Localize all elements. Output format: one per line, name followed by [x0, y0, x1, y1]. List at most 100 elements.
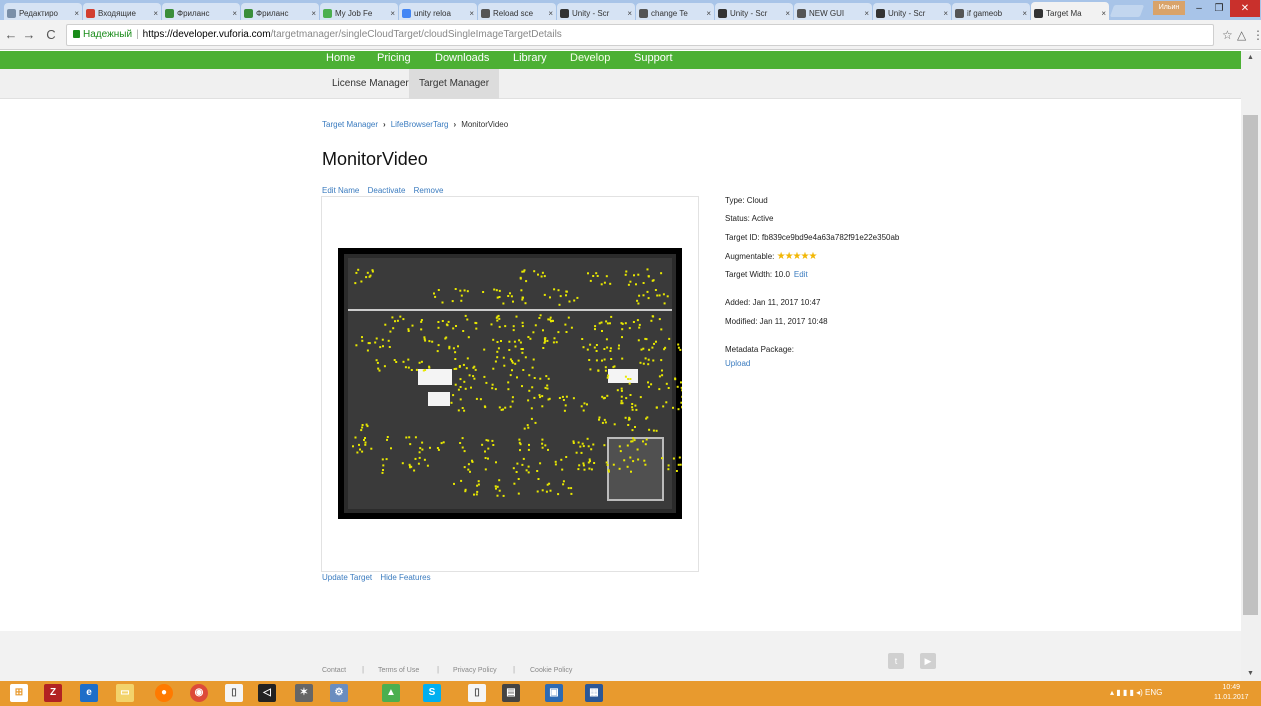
feature-point — [577, 468, 580, 471]
extension-icon[interactable]: △ — [1237, 28, 1246, 42]
browser-tab[interactable]: Target Ma × — [1031, 2, 1109, 20]
tab-close-icon[interactable]: × — [1101, 9, 1106, 18]
footer-contact[interactable]: Contact — [322, 667, 346, 674]
system-clock[interactable]: 10:49 11.01.2017 — [1214, 683, 1249, 703]
browser-tab[interactable]: Unity - Scr × — [715, 3, 793, 20]
nav-library[interactable]: Library — [513, 52, 547, 64]
unity-tool-icon[interactable]: ✶ — [295, 684, 313, 702]
browser-tab[interactable]: Reload sce × — [478, 3, 556, 20]
footer-cookie[interactable]: Cookie Policy — [530, 667, 572, 674]
edit-width-link[interactable]: Edit — [794, 270, 808, 279]
nav-home[interactable]: Home — [326, 52, 355, 64]
feature-point — [454, 288, 457, 290]
page-title: MonitorVideo — [322, 149, 428, 169]
tab-license-manager[interactable]: License Manager — [322, 69, 419, 99]
tray-icons[interactable]: ▮ ▮ ▮ ◂) — [1116, 688, 1143, 697]
edit-name-link[interactable]: Edit Name — [322, 186, 359, 195]
tab-close-icon[interactable]: × — [627, 9, 632, 18]
tab-close-icon[interactable]: × — [548, 9, 553, 18]
tab-close-icon[interactable]: × — [469, 9, 474, 18]
feature-point — [539, 396, 541, 399]
tray-arrow-icon[interactable]: ▴ — [1110, 688, 1114, 697]
forward-icon[interactable]: → — [22, 27, 36, 42]
browser-tab[interactable]: change Te × — [636, 3, 714, 20]
page-scrollbar[interactable]: ▲ ▼ — [1241, 51, 1261, 681]
feature-point — [634, 404, 637, 407]
browser-tab[interactable]: NEW GUI × — [794, 3, 872, 20]
minimize-icon[interactable]: – — [1188, 0, 1210, 17]
firefox-icon[interactable]: ● — [155, 684, 173, 702]
feature-point — [589, 368, 592, 371]
browser-tab[interactable]: Входящие × — [83, 3, 161, 20]
footer-terms[interactable]: Terms of Use — [378, 667, 419, 674]
scroll-down-icon[interactable]: ▼ — [1247, 670, 1254, 677]
new-tab-button[interactable] — [1109, 5, 1145, 17]
menu-icon[interactable]: ⋮ — [1252, 28, 1261, 42]
browser-tab[interactable]: Unity - Scr × — [557, 3, 635, 20]
window-app-icon[interactable]: ▤ — [502, 684, 520, 702]
notepad-icon[interactable]: ▯ — [225, 684, 243, 702]
document-icon[interactable]: ▯ — [468, 684, 486, 702]
tab-close-icon[interactable]: × — [864, 9, 869, 18]
browser-tab[interactable]: unity reloa × — [399, 3, 477, 20]
twitter-icon[interactable]: t — [888, 653, 904, 669]
profile-badge[interactable]: Ильин — [1153, 1, 1185, 15]
nav-support[interactable]: Support — [634, 52, 673, 64]
tab-close-icon[interactable]: × — [785, 9, 790, 18]
browser-tab[interactable]: My Job Fe × — [320, 3, 398, 20]
maximize-icon[interactable]: ❐ — [1208, 0, 1230, 17]
unity-icon[interactable]: ◁ — [258, 684, 276, 702]
nav-develop[interactable]: Develop — [570, 52, 610, 64]
back-icon[interactable]: ← — [4, 27, 18, 42]
feature-point — [624, 375, 627, 378]
feature-point — [496, 494, 499, 497]
tab-target-manager[interactable]: Target Manager — [409, 69, 500, 99]
chrome-icon[interactable]: ◉ — [190, 684, 208, 702]
tab-close-icon[interactable]: × — [74, 9, 79, 18]
remote-desktop-icon[interactable]: ▣ — [545, 684, 563, 702]
tab-close-icon[interactable]: × — [1022, 9, 1027, 18]
tab-label: Reload sce — [493, 9, 534, 18]
tab-close-icon[interactable]: × — [232, 9, 237, 18]
filezilla-icon[interactable]: Z — [44, 684, 62, 702]
feature-point — [593, 346, 596, 349]
reload-icon[interactable]: C — [44, 27, 58, 42]
feature-point — [578, 464, 581, 467]
control-panel-icon[interactable]: ⚙ — [330, 684, 348, 702]
tab-close-icon[interactable]: × — [153, 9, 158, 18]
breadcrumb-database[interactable]: LifeBrowserTarg — [391, 120, 449, 129]
url-field[interactable]: Надежный | https://developer.vuforia.com/t… — [66, 24, 1214, 46]
scroll-up-icon[interactable]: ▲ — [1247, 54, 1254, 61]
tab-close-icon[interactable]: × — [390, 9, 395, 18]
remove-link[interactable]: Remove — [414, 186, 444, 195]
nav-downloads[interactable]: Downloads — [435, 52, 489, 64]
upload-metadata-link[interactable]: Upload — [725, 359, 750, 368]
skype-icon[interactable]: S — [423, 684, 441, 702]
nav-pricing[interactable]: Pricing — [377, 52, 411, 64]
language-indicator[interactable]: ENG — [1145, 688, 1162, 697]
file-explorer-icon[interactable]: ▭ — [116, 684, 134, 702]
youtube-icon[interactable]: ▶ — [920, 653, 936, 669]
tab-close-icon[interactable]: × — [706, 9, 711, 18]
update-target-link[interactable]: Update Target — [322, 573, 372, 582]
deactivate-link[interactable]: Deactivate — [368, 186, 406, 195]
internet-explorer-icon[interactable]: e — [80, 684, 98, 702]
tab-close-icon[interactable]: × — [311, 9, 316, 18]
tab-close-icon[interactable]: × — [943, 9, 948, 18]
scrollbar-thumb[interactable] — [1243, 115, 1258, 615]
breadcrumb-target-manager[interactable]: Target Manager — [322, 120, 378, 129]
save-app-icon[interactable]: ▦ — [585, 684, 603, 702]
hide-features-link[interactable]: Hide Features — [380, 573, 430, 582]
browser-tab[interactable]: Unity - Scr × — [873, 3, 951, 20]
tab-label: Редактиро — [19, 9, 58, 18]
browser-tab[interactable]: Фриланс × — [162, 3, 240, 20]
start-button-icon[interactable]: ⊞ — [10, 684, 28, 702]
footer-privacy[interactable]: Privacy Policy — [453, 667, 497, 674]
bookmark-star-icon[interactable]: ☆ — [1222, 28, 1233, 42]
close-window-icon[interactable]: ✕ — [1230, 0, 1260, 17]
page-viewport: Home Pricing Downloads Library Develop S… — [0, 51, 1241, 681]
browser-tab[interactable]: Фриланс × — [241, 3, 319, 20]
browser-tab[interactable]: Редактиро × — [4, 3, 82, 20]
app-icon[interactable]: ▲ — [382, 684, 400, 702]
browser-tab[interactable]: if gameob × — [952, 3, 1030, 20]
